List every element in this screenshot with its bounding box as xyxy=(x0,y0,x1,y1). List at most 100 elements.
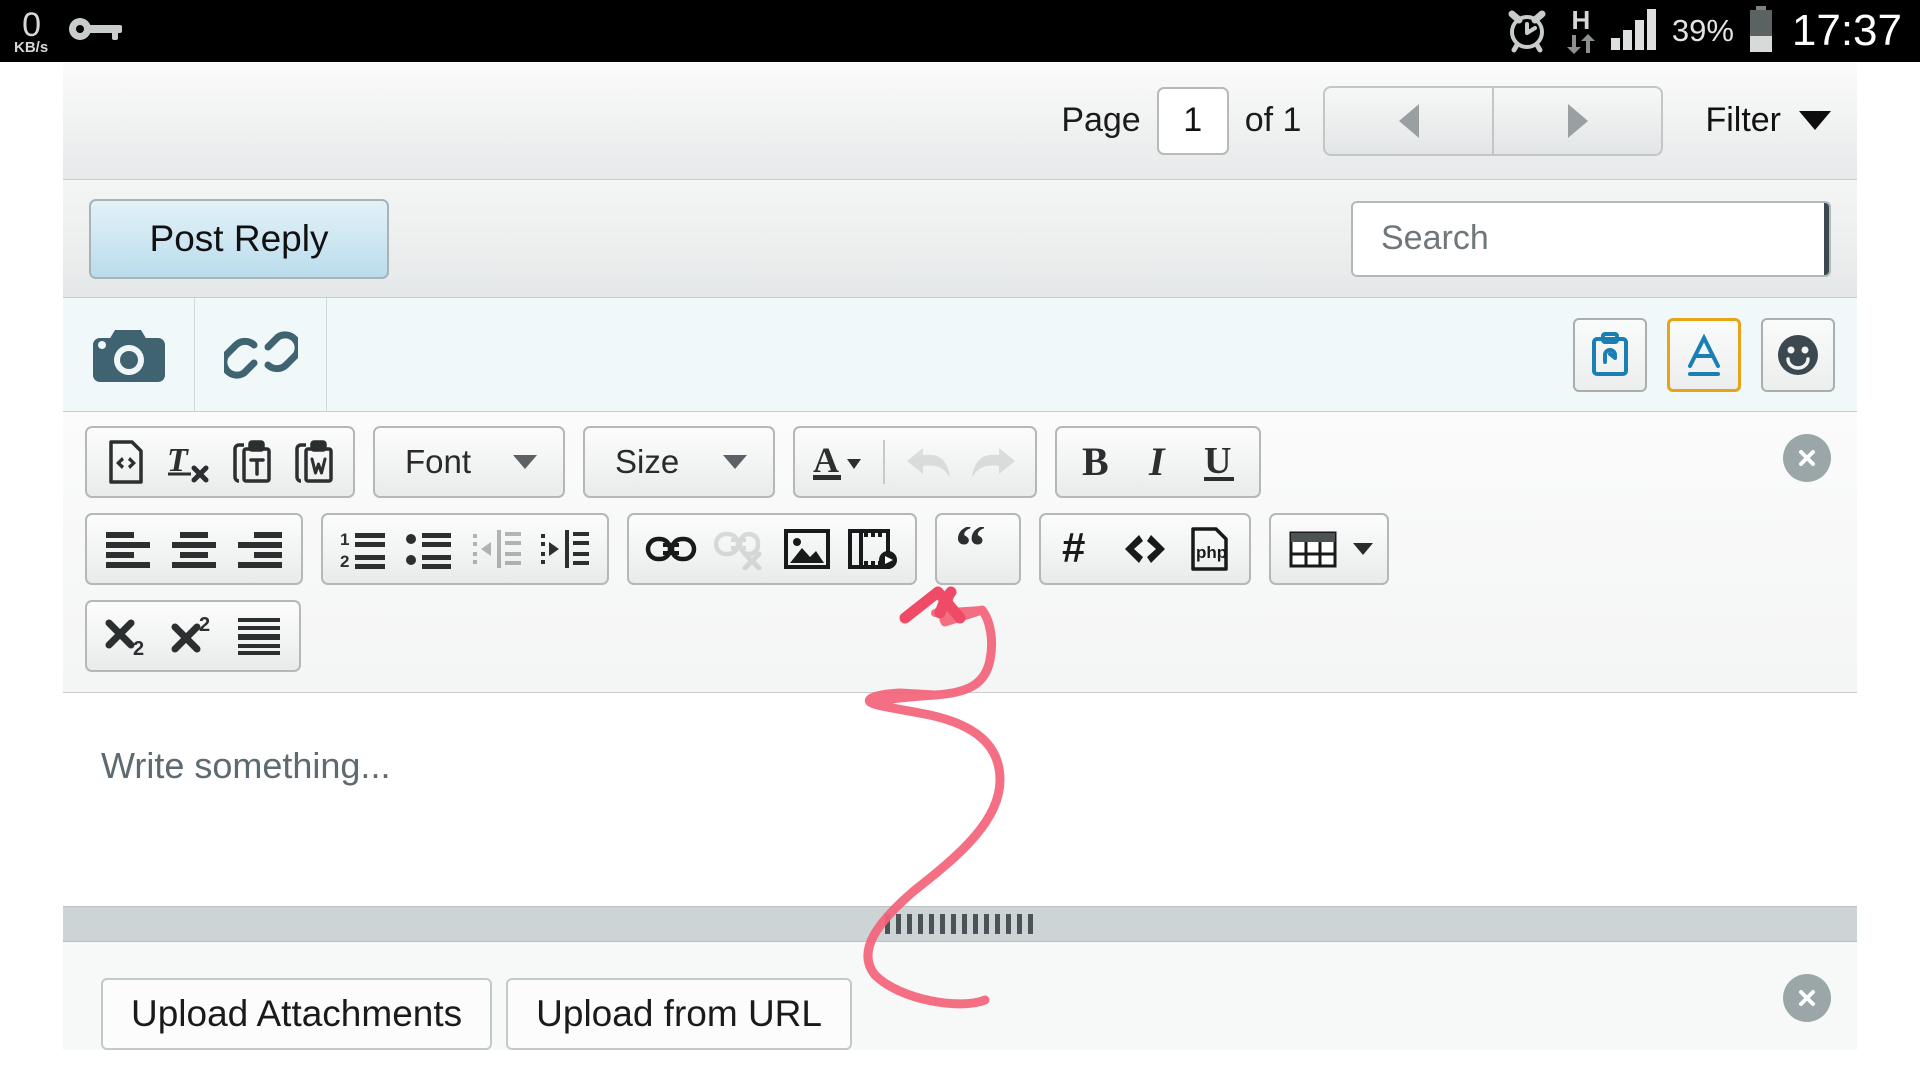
superscript-button[interactable]: 2 xyxy=(161,605,227,667)
toolbar-row-1: T Font Size A B I U xyxy=(85,426,1857,498)
bold-icon: B xyxy=(1082,439,1109,484)
post-reply-button[interactable]: Post Reply xyxy=(89,198,389,279)
message-placeholder: Write something... xyxy=(101,745,391,786)
blockquote-group: “ xyxy=(935,513,1021,585)
insert-image-button[interactable] xyxy=(775,518,839,580)
insert-table-button[interactable] xyxy=(1279,518,1347,580)
network-speed-indicator: 0 KB/s xyxy=(14,8,48,55)
search-input[interactable] xyxy=(1353,202,1824,275)
paste-from-word-button[interactable] xyxy=(283,431,345,493)
upload-attachments-button[interactable]: Upload Attachments xyxy=(101,978,493,1050)
color-history-group: A xyxy=(793,426,1037,498)
redo-arrow-icon xyxy=(972,448,1015,478)
justify-button[interactable] xyxy=(227,605,291,667)
network-type-letter: H xyxy=(1571,5,1591,35)
svg-text:1: 1 xyxy=(340,530,349,549)
insert-link-icon xyxy=(645,536,697,562)
remove-format-icon: T xyxy=(167,442,209,483)
svg-text:#: # xyxy=(1062,527,1085,571)
message-editor-body[interactable]: Write something... xyxy=(63,693,1857,906)
font-family-dropdown[interactable]: Font xyxy=(373,426,565,498)
prev-page-button[interactable] xyxy=(1323,85,1494,156)
numbered-list-button[interactable]: 1 2 xyxy=(331,518,397,580)
alarm-clock-icon xyxy=(1502,4,1552,59)
paste-as-text-button[interactable] xyxy=(221,431,283,493)
pagination-bar: Page 1 of 1 Filter xyxy=(63,62,1857,180)
upload-from-url-label: Upload from URL xyxy=(536,993,822,1034)
paste-clipboard-button[interactable] xyxy=(1573,317,1647,392)
close-upload-panel-button[interactable] xyxy=(1783,974,1831,1022)
search-box xyxy=(1351,200,1831,277)
network-speed-unit: KB/s xyxy=(14,38,49,56)
insert-video-icon xyxy=(848,529,897,569)
link-chain-icon xyxy=(223,330,298,379)
chevron-down-icon xyxy=(513,455,537,469)
editor-resize-bar[interactable] xyxy=(63,906,1857,942)
blockquote-button[interactable]: “ xyxy=(945,518,1011,580)
justify-icon xyxy=(238,618,280,655)
text-format-button[interactable] xyxy=(1667,317,1741,392)
subscript-icon: 2 xyxy=(105,619,144,659)
outdent-button[interactable] xyxy=(463,518,531,580)
php-code-button[interactable]: php xyxy=(1179,518,1241,580)
font-size-dropdown[interactable]: Size xyxy=(583,426,775,498)
hash-code-button[interactable]: # xyxy=(1049,518,1111,580)
chevron-down-icon xyxy=(1353,543,1373,555)
italic-icon: I xyxy=(1148,439,1166,484)
align-center-button[interactable] xyxy=(161,518,227,580)
pagination-nav xyxy=(1323,85,1664,156)
close-editor-toolbar-button[interactable] xyxy=(1783,434,1831,482)
bulleted-list-icon xyxy=(406,533,451,569)
bulleted-list-button[interactable] xyxy=(397,518,463,580)
undo-arrow-icon xyxy=(907,448,950,478)
subscript-button[interactable]: 2 xyxy=(95,605,161,667)
search-icon xyxy=(1824,217,1831,261)
svg-text:I: I xyxy=(1148,439,1166,484)
attachment-strip xyxy=(63,298,1857,412)
inline-code-button[interactable] xyxy=(1111,518,1179,580)
paste-from-word-icon xyxy=(295,440,333,483)
network-speed-value: 0 xyxy=(22,5,41,44)
vpn-key-icon xyxy=(68,14,124,49)
insert-video-button[interactable] xyxy=(839,518,907,580)
redo-button[interactable] xyxy=(961,431,1027,493)
search-submit-button[interactable] xyxy=(1824,202,1831,275)
underline-button[interactable]: U xyxy=(1189,431,1251,493)
unlink-button[interactable] xyxy=(705,518,775,580)
battery-icon xyxy=(1746,5,1776,57)
numbered-list-icon: 1 2 xyxy=(340,530,385,570)
emoji-button[interactable] xyxy=(1761,317,1835,392)
page-left-margin xyxy=(0,62,63,1080)
filter-label: Filter xyxy=(1705,101,1781,139)
forum-page: Page 1 of 1 Filter Post Reply Search T F… xyxy=(63,62,1857,1080)
page-number-input[interactable]: 1 xyxy=(1156,86,1229,155)
paste-clipboard-icon xyxy=(1592,331,1628,376)
network-type-indicator: H xyxy=(1564,7,1598,55)
upload-from-url-button[interactable]: Upload from URL xyxy=(506,978,852,1050)
hash-code-icon: # xyxy=(1062,527,1085,571)
text-color-button[interactable]: A xyxy=(803,431,873,493)
script-justify-group: 2 2 xyxy=(85,600,301,672)
align-left-button[interactable] xyxy=(95,518,161,580)
php-code-icon: php xyxy=(1191,527,1228,571)
filter-dropdown[interactable]: Filter xyxy=(1705,101,1831,140)
align-right-button[interactable] xyxy=(227,518,293,580)
android-status-bar: 0 KB/s H 39% 17:37 xyxy=(0,0,1920,62)
align-center-icon xyxy=(172,532,216,568)
indent-button[interactable] xyxy=(531,518,599,580)
remove-format-button[interactable]: T xyxy=(157,431,221,493)
insert-table-group[interactable] xyxy=(1269,513,1389,585)
bold-button[interactable]: B xyxy=(1065,431,1127,493)
camera-icon xyxy=(92,329,165,382)
camera-button[interactable] xyxy=(63,298,195,411)
svg-text:B: B xyxy=(1082,439,1109,484)
svg-text:U: U xyxy=(1204,440,1231,482)
source-code-button[interactable] xyxy=(95,431,157,493)
insert-link-button[interactable] xyxy=(195,298,327,411)
battery-percent-label: 39% xyxy=(1671,13,1734,48)
next-page-button[interactable] xyxy=(1493,85,1664,156)
signal-bars-icon xyxy=(1610,7,1660,56)
italic-button[interactable]: I xyxy=(1127,431,1189,493)
undo-button[interactable] xyxy=(895,431,961,493)
insert-link-button[interactable] xyxy=(637,518,705,580)
